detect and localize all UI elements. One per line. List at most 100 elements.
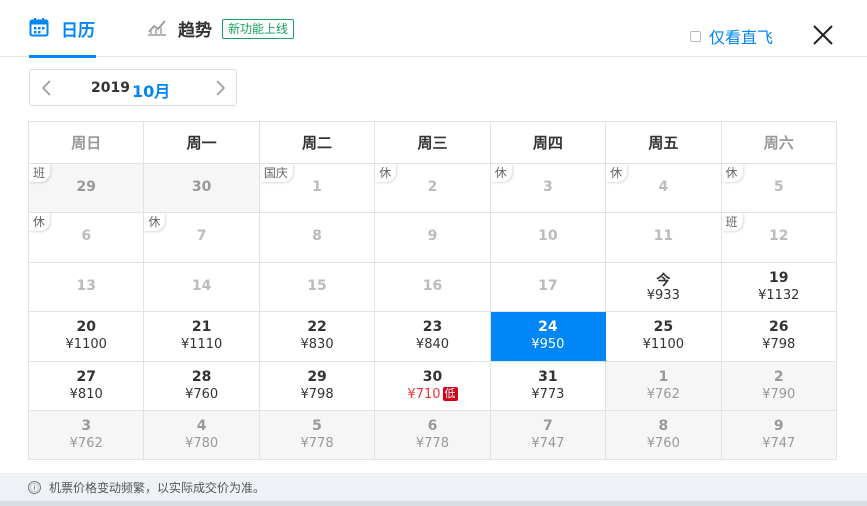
calendar-day-cell-selected[interactable]: 24 ¥950 xyxy=(490,312,607,362)
calendar-day-cell[interactable]: 30 xyxy=(144,164,260,214)
calendar-day-cell[interactable]: 27 ¥810 xyxy=(29,361,145,411)
day-price-wrap: ¥762 xyxy=(606,387,720,402)
calendar-day-cell[interactable]: 休2 xyxy=(375,164,491,214)
calendar-day-cell[interactable]: 19 ¥1132 xyxy=(721,262,837,313)
direct-only-toggle[interactable]: 仅看直飞 xyxy=(690,24,773,48)
chevron-left-icon[interactable] xyxy=(38,79,56,97)
day-number: 13 xyxy=(76,277,96,294)
calendar-day-cell[interactable]: 14 xyxy=(144,262,260,313)
day-number: 12 xyxy=(769,228,789,245)
day-price: ¥1110 xyxy=(180,337,223,353)
calendar-day-cell[interactable]: 国庆 1 xyxy=(259,164,376,214)
direct-only-checkbox[interactable] xyxy=(690,30,701,42)
calendar-day-cell[interactable]: 11 xyxy=(606,213,722,263)
day-price-wrap: ¥780 xyxy=(144,436,258,451)
day-price: ¥950 xyxy=(531,337,565,353)
calendar-day-cell[interactable]: 8 ¥760 xyxy=(606,410,722,461)
day-price-wrap: ¥710 低 xyxy=(375,386,489,402)
calendar-day-cell[interactable]: 25 ¥1100 xyxy=(606,312,722,362)
calendar-day-cell[interactable]: 9 xyxy=(375,213,491,263)
calendar-day-cell[interactable]: 休7 xyxy=(144,213,260,263)
day-number: 6 xyxy=(427,417,438,434)
calendar-icon xyxy=(29,17,49,41)
calendar-day-cell[interactable]: 休6 xyxy=(29,213,145,263)
calendar-day-cell[interactable]: 8 xyxy=(259,213,376,263)
calendar-day-cell[interactable]: 9 ¥747 xyxy=(721,410,837,461)
day-price-wrap: ¥840 xyxy=(375,337,489,352)
calendar-day-cell[interactable]: 10 xyxy=(490,213,607,263)
day-number: 17 xyxy=(538,277,558,294)
day-price-wrap: ¥950 xyxy=(491,337,605,352)
calendar-grid: 周日 周一 周二 周三 周四 周五 周六 班 29 30 国庆 1 休 2 休 3 休 4 休 5 休 6 休 7 8 9 10 1… xyxy=(28,121,837,461)
day-price-wrap: ¥747 xyxy=(722,436,836,451)
calendar-week-row: 3 ¥762 4 ¥780 5 ¥778 6 ¥778 7 ¥747 8 ¥760 9 ¥747 xyxy=(29,410,837,461)
day-number: 3 xyxy=(81,417,92,434)
calendar-day-cell[interactable]: 2 ¥790 xyxy=(721,361,837,411)
day-number: 5 xyxy=(312,417,322,434)
tab-calendar[interactable]: 日历 xyxy=(29,0,96,58)
calendar-day-cell[interactable]: 31 ¥773 xyxy=(490,361,607,411)
calendar-day-cell[interactable]: 4 ¥780 xyxy=(144,410,260,461)
day-number: 14 xyxy=(191,277,212,294)
calendar-day-cell[interactable]: 班 12 xyxy=(721,213,837,263)
day-number: 7 xyxy=(196,228,207,245)
close-icon[interactable] xyxy=(812,24,834,46)
calendar-day-cell[interactable]: 15 xyxy=(259,262,376,313)
day-price: ¥830 xyxy=(300,337,334,353)
calendar-week-row: 27 ¥810 28 ¥760 29 ¥798 30 ¥710 低 31 ¥773 1 ¥762 2 ¥79… xyxy=(29,361,837,411)
day-number: 20 xyxy=(76,319,96,336)
day-price: ¥762 xyxy=(646,386,680,402)
calendar-day-cell[interactable]: 6 ¥778 xyxy=(375,410,491,461)
calendar-day-cell[interactable]: 23 ¥840 xyxy=(375,312,491,362)
calendar-day-cell[interactable]: 今 ¥933 xyxy=(606,262,722,313)
calendar-day-cell[interactable]: 1 ¥762 xyxy=(606,361,722,411)
day-price-wrap: ¥773 xyxy=(491,387,605,402)
active-tab-underline xyxy=(29,55,96,58)
day-price-wrap: ¥933 xyxy=(606,288,720,303)
calendar-day-cell[interactable]: 17 xyxy=(490,262,607,313)
day-price-wrap: ¥790 xyxy=(722,387,836,402)
calendar-day-cell[interactable]: 16 xyxy=(375,262,491,313)
info-icon: ⓘ xyxy=(28,480,41,494)
day-number: 28 xyxy=(191,368,212,385)
day-number: 24 xyxy=(538,319,558,336)
day-price-wrap: ¥798 xyxy=(722,337,836,352)
calendar-day-cell[interactable]: 30 ¥710 低 xyxy=(375,361,491,411)
day-price-wrap: ¥810 xyxy=(29,387,143,402)
day-number: 25 xyxy=(653,319,674,336)
page-below-strip xyxy=(0,501,867,506)
calendar-day-cell[interactable]: 休3 xyxy=(490,164,607,214)
tab-trend[interactable]: 趋势 新功能上线 xyxy=(147,0,295,57)
day-price: ¥747 xyxy=(531,435,565,451)
day-number: 1 xyxy=(312,179,322,195)
day-price-wrap: ¥1132 xyxy=(722,288,836,303)
calendar-day-cell[interactable]: 28 ¥760 xyxy=(144,361,260,411)
calendar-day-cell[interactable]: 班 29 xyxy=(29,164,145,214)
calendar-day-cell[interactable]: 5 ¥778 xyxy=(259,410,376,461)
day-number: 1 xyxy=(658,368,669,385)
day-number: 29 xyxy=(76,179,96,195)
day-number: 9 xyxy=(427,228,438,245)
calendar-day-cell[interactable]: 3 ¥762 xyxy=(29,410,145,461)
day-price: ¥778 xyxy=(415,435,450,451)
month-picker: 2019 10月 xyxy=(29,69,237,106)
day-number: 4 xyxy=(658,179,669,195)
calendar-day-cell[interactable]: 20 ¥1100 xyxy=(29,312,145,362)
chevron-right-icon[interactable] xyxy=(211,79,229,97)
weekday-header-cell: 周六 xyxy=(721,122,837,164)
day-price: ¥1132 xyxy=(758,287,800,303)
day-number: 4 xyxy=(196,417,207,434)
direct-only-label: 仅看直飞 xyxy=(709,28,774,47)
calendar-day-cell[interactable]: 21 ¥1110 xyxy=(144,312,260,362)
weekday-header-cell: 周一 xyxy=(144,122,260,164)
calendar-day-cell[interactable]: 休5 xyxy=(721,164,837,214)
calendar-day-cell[interactable]: 休4 xyxy=(606,164,722,214)
calendar-day-cell[interactable]: 29 ¥798 xyxy=(259,361,376,411)
calendar-day-cell[interactable]: 26 ¥798 xyxy=(721,312,837,362)
calendar-day-cell[interactable]: 7 ¥747 xyxy=(490,410,607,461)
calendar-day-cell[interactable]: 22 ¥830 xyxy=(259,312,376,362)
price-notice-bar: ⓘ 机票价格变动频繁，以实际成交价为准。 xyxy=(0,473,867,501)
calendar-day-cell[interactable]: 13 xyxy=(29,262,145,313)
day-price-wrap: ¥760 xyxy=(144,387,258,402)
day-number: 8 xyxy=(312,228,322,245)
